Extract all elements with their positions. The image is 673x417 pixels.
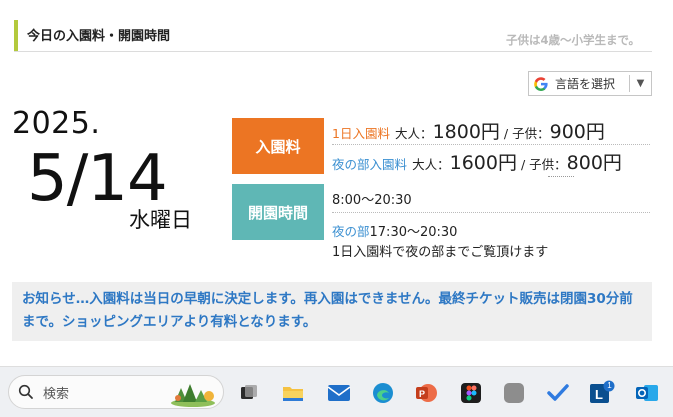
night-child-price: 800円 bbox=[566, 152, 622, 174]
night-fee-label: 夜の部入園料 bbox=[332, 157, 408, 172]
day-fee-row: 1日入園料 大人：1800円 / 子供：900円 bbox=[332, 117, 605, 144]
todo-icon[interactable] bbox=[545, 380, 571, 406]
fee-badge: 入園料 bbox=[232, 118, 324, 174]
search-placeholder: 検索 bbox=[43, 386, 70, 402]
day-adult-price: 1800円 bbox=[432, 121, 500, 143]
night-hours-label: 夜の部 bbox=[332, 224, 370, 239]
divider bbox=[332, 212, 650, 213]
adult-label: 大人： bbox=[395, 126, 433, 141]
night-fee-row: 夜の部入園料 大人：1600円 / 子供：800円 bbox=[332, 148, 622, 175]
powerpoint-icon[interactable]: P bbox=[413, 380, 439, 406]
price-separator: / bbox=[499, 126, 513, 141]
adult-label: 大人： bbox=[412, 157, 450, 172]
night-hours-row: 夜の部17:30〜20:30 bbox=[332, 221, 457, 240]
night-hours-time: 17:30〜20:30 bbox=[369, 225, 458, 240]
day-fee-label: 1日入園料 bbox=[332, 126, 390, 141]
taskbar: 検索 P L 1 bbox=[0, 366, 673, 417]
app-icon[interactable] bbox=[501, 380, 527, 406]
search-icon bbox=[9, 384, 43, 400]
google-icon bbox=[529, 76, 553, 92]
outlook-icon[interactable] bbox=[634, 380, 660, 406]
child-label: 子供： bbox=[529, 157, 567, 172]
task-view-icon[interactable] bbox=[236, 380, 262, 406]
svg-text:L: L bbox=[595, 387, 603, 402]
date-weekday: 水曜日 bbox=[129, 208, 192, 232]
search-highlight-icon bbox=[169, 378, 217, 412]
notice-box: お知らせ…入園料は当日の早朝に決定します。再入園はできません。最終チケット販売は… bbox=[12, 282, 652, 341]
night-adult-price: 1600円 bbox=[449, 152, 517, 174]
taskbar-search[interactable]: 検索 bbox=[8, 375, 224, 409]
chevron-down-icon: ▼ bbox=[629, 75, 651, 92]
mail-icon[interactable] bbox=[326, 380, 352, 406]
divider bbox=[332, 144, 650, 145]
hours-note: 1日入園料で夜の部までご覧頂けます bbox=[332, 245, 549, 260]
header-divider bbox=[14, 51, 652, 52]
price-separator: / bbox=[516, 157, 530, 172]
date-year: 2025. bbox=[12, 106, 101, 141]
opening-hours: 8:00〜20:30 bbox=[332, 193, 412, 208]
linkedin-learning-icon[interactable]: L 1 bbox=[589, 380, 615, 406]
underline bbox=[548, 176, 574, 177]
language-select[interactable]: 言語を選択 ▼ bbox=[528, 71, 652, 96]
edge-icon[interactable] bbox=[370, 380, 396, 406]
day-child-price: 900円 bbox=[549, 121, 605, 143]
age-note: 子供は4歳〜小学生まで。 bbox=[505, 33, 640, 47]
header-accent-bar bbox=[14, 20, 18, 52]
child-label: 子供： bbox=[512, 126, 550, 141]
page: 今日の入園料・開園時間 子供は4歳〜小学生まで。 言語を選択 ▼ 2025. 5… bbox=[0, 0, 673, 417]
hours-badge: 開園時間 bbox=[232, 184, 324, 240]
svg-text:P: P bbox=[419, 389, 425, 399]
figma-icon[interactable] bbox=[458, 380, 484, 406]
page-title: 今日の入園料・開園時間 bbox=[27, 29, 171, 44]
notification-badge: 1 bbox=[607, 381, 612, 390]
file-explorer-icon[interactable] bbox=[280, 380, 306, 406]
language-select-label: 言語を選択 bbox=[555, 77, 616, 91]
